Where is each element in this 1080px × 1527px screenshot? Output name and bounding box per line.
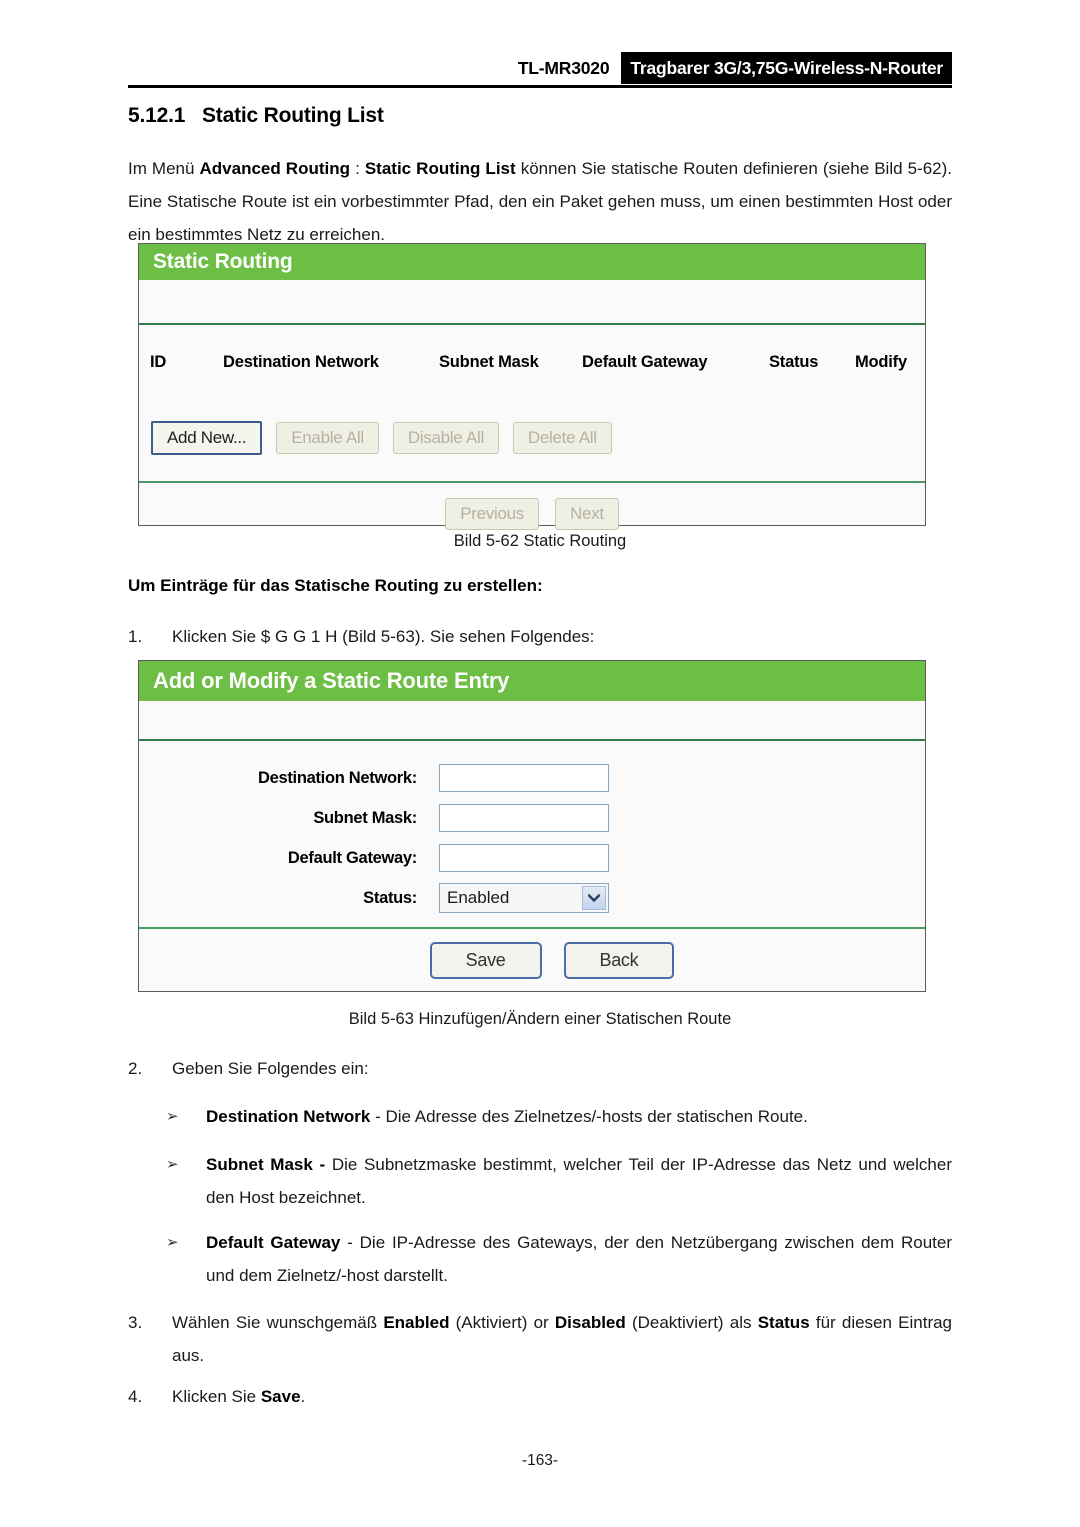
bullet-3-term: Default Gateway (206, 1233, 341, 1252)
step-4-part1: Klicken Sie (172, 1387, 261, 1406)
page-number: -163- (521, 1452, 559, 1469)
bullet-3-body: Default Gateway - Die IP-Adresse des Gat… (206, 1226, 952, 1292)
add-route-titlebar: Add or Modify a Static Route Entry (139, 661, 925, 701)
step-1-text: Klicken Sie $ G G 1 H (Bild 5-63). Sie s… (172, 627, 595, 646)
header-horizontal-rule (128, 85, 952, 88)
label-default-gateway: Default Gateway: (287, 848, 417, 867)
step-3-part2: (Aktiviert) or (449, 1313, 555, 1332)
form-row-destination-network: Destination Network: (139, 763, 925, 793)
bullet-1-text: - Die Adresse des Zielnetzes/-hosts der … (370, 1107, 808, 1126)
intro-bold-static-routing-list: Static Routing List (364, 159, 516, 178)
step-3-part3: (Deaktiviert) als (625, 1313, 758, 1332)
intro-part2: : (350, 159, 365, 178)
add-route-button-row: Save Back (139, 929, 925, 991)
bullet-1-term: Destination Network (206, 1107, 371, 1126)
previous-page-button[interactable]: Previous (445, 498, 539, 530)
column-header-subnet-mask: Subnet Mask (439, 353, 539, 371)
step-4-marker: 4. (128, 1387, 143, 1406)
form-row-default-gateway: Default Gateway: (139, 843, 925, 873)
enable-all-button[interactable]: Enable All (276, 422, 379, 454)
column-header-id: ID (150, 353, 167, 371)
label-status: Status: (363, 888, 417, 907)
status-select-value: Enabled (447, 888, 510, 907)
step-3-part1: Wählen Sie wunschgemäß (172, 1313, 384, 1332)
step-2-text: Geben Sie Folgendes ein: (172, 1059, 369, 1078)
intro-bold-advanced-routing: Advanced Routing (199, 159, 351, 178)
bullet-item-subnet-mask: ➢ Subnet Mask - Die Subnetzmaske bestimm… (166, 1148, 952, 1214)
intro-paragraph: Im Menü Advanced Routing : Static Routin… (128, 152, 952, 251)
step-item-1: 1. Klicken Sie $ G G 1 H (Bild 5-63). Si… (128, 620, 952, 653)
step-2-marker: 2. (128, 1059, 143, 1078)
label-destination-network: Destination Network: (257, 768, 417, 787)
add-route-subbar (139, 701, 925, 739)
step-3-bold-enabled: Enabled (383, 1313, 450, 1332)
add-route-form: Destination Network: Subnet Mask: Defaul… (139, 741, 925, 927)
bullet-arrow-icon: ➢ (166, 1156, 179, 1173)
default-gateway-input[interactable] (439, 844, 609, 872)
intro-part1: Im Menü (128, 159, 200, 178)
step-4-bold-save: Save (260, 1387, 301, 1406)
step-item-2: 2. Geben Sie Folgendes ein: (128, 1052, 952, 1085)
delete-all-button[interactable]: Delete All (512, 422, 612, 454)
column-header-default-gateway: Default Gateway (582, 353, 708, 371)
disable-all-button[interactable]: Disable All (392, 422, 499, 454)
add-new-button[interactable]: Add New... (151, 421, 263, 455)
static-routing-subbar (139, 280, 925, 323)
column-header-modify: Modify (855, 353, 907, 371)
form-row-subnet-mask: Subnet Mask: (139, 803, 925, 833)
step-item-3: 3. Wählen Sie wunschgemäß Enabled (Aktiv… (128, 1306, 952, 1372)
bullet-item-destination-network: ➢ Destination Network - Die Adresse des … (166, 1100, 952, 1133)
column-header-destination-network: Destination Network (223, 353, 379, 371)
bullet-1-body: Destination Network - Die Adresse des Zi… (206, 1100, 952, 1133)
step-4-part2: . (300, 1387, 306, 1406)
step-3-marker: 3. (128, 1313, 143, 1332)
static-routing-action-row: Add New... Enable All Disable All Delete… (139, 403, 925, 481)
step-item-4: 4. Klicken Sie Save. (128, 1380, 952, 1413)
static-routing-table: ID Destination Network Subnet Mask Defau… (139, 325, 925, 403)
destination-network-input[interactable] (439, 764, 609, 792)
bullet-arrow-icon: ➢ (166, 1234, 179, 1251)
step-3-text: Wählen Sie wunschgemäß Enabled (Aktivier… (172, 1306, 952, 1372)
bullet-2-body: Subnet Mask - Die Subnetzmaske bestimmt,… (206, 1148, 952, 1214)
bullet-2-term: Subnet Mask - (206, 1155, 326, 1174)
save-button[interactable]: Save (429, 941, 542, 979)
section-title: Static Routing List (202, 104, 384, 127)
form-row-status: Status: Enabled (139, 883, 925, 913)
bullet-arrow-icon: ➢ (166, 1108, 179, 1125)
static-routing-panel: Static Routing ID Destination Network Su… (138, 243, 926, 530)
figure-caption-5-63: Bild 5-63 Hinzufügen/Ändern einer Statis… (348, 1010, 732, 1028)
status-select[interactable]: Enabled (439, 883, 609, 913)
section-number: 5.12.1 (128, 104, 186, 127)
subheading-create-entries: Um Einträge für das Statische Routing zu… (128, 576, 543, 595)
header-product-name: Tragbarer 3G/3,75G-Wireless-N-Router (621, 52, 952, 84)
column-header-status: Status (769, 353, 819, 371)
label-subnet-mask: Subnet Mask: (313, 808, 417, 827)
figure-caption-5-62: Bild 5-62 Static Routing (453, 532, 627, 550)
add-route-panel: Add or Modify a Static Route Entry Desti… (138, 660, 926, 992)
document-page: TL-MR3020 Tragbarer 3G/3,75G-Wireless-N-… (0, 0, 1080, 1527)
static-routing-titlebar: Static Routing (139, 244, 925, 280)
subnet-mask-input[interactable] (439, 804, 609, 832)
page-title: 5.12.1 Static Routing List (128, 104, 384, 128)
bullet-item-default-gateway: ➢ Default Gateway - Die IP-Adresse des G… (166, 1226, 952, 1292)
step-1-marker: 1. (128, 627, 143, 646)
step-3-bold-disabled: Disabled (554, 1313, 626, 1332)
step-3-bold-status: Status (757, 1313, 810, 1332)
running-header: TL-MR3020 Tragbarer 3G/3,75G-Wireless-N-… (128, 52, 952, 86)
next-page-button[interactable]: Next (554, 498, 619, 530)
back-button[interactable]: Back (563, 941, 675, 979)
header-model-name: TL-MR3020 (517, 57, 610, 78)
chevron-down-icon[interactable] (582, 886, 606, 910)
step-4-text: Klicken Sie Save. (172, 1380, 952, 1413)
